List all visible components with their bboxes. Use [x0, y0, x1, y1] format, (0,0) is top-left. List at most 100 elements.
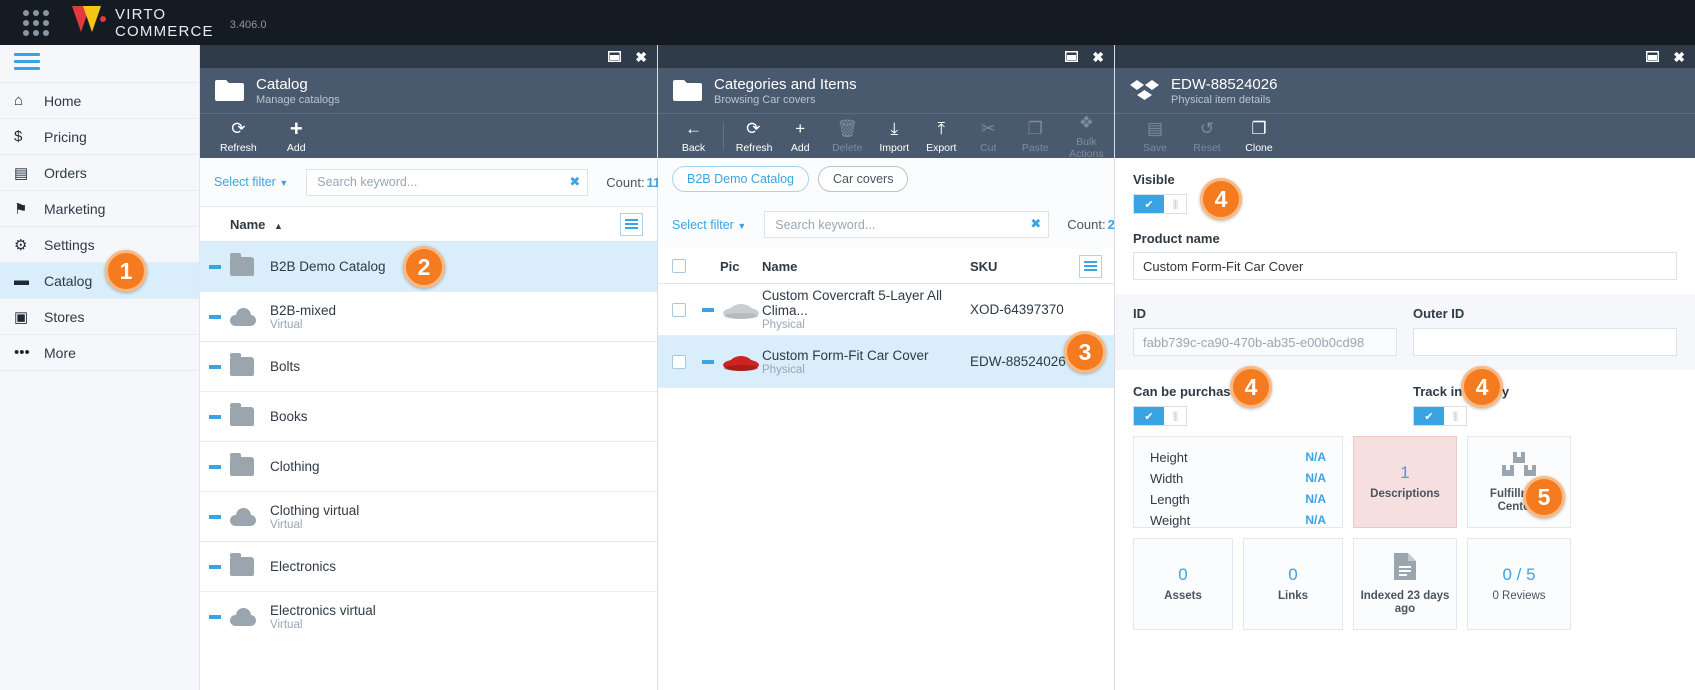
- can-be-purchased-toggle[interactable]: ✔ |||: [1133, 406, 1187, 426]
- column-options-icon[interactable]: [620, 212, 643, 236]
- detail-panel-header: EDW-88524026 Physical item details: [1115, 68, 1695, 113]
- refresh-button[interactable]: ⟳ Refresh: [214, 119, 263, 154]
- row-drag-handle[interactable]: [696, 306, 720, 313]
- column-options-icon[interactable]: [1079, 254, 1102, 278]
- dimensions-card[interactable]: Height N/A Width N/A Length N/A Weight N/A: [1133, 436, 1343, 528]
- refresh-button[interactable]: ⟳ Refresh: [730, 119, 777, 154]
- add-button[interactable]: + Add: [273, 117, 320, 154]
- dimension-label: Weight: [1150, 513, 1191, 528]
- boxes-icon: [1502, 451, 1536, 480]
- table-row[interactable]: Electronics virtual Virtual: [200, 592, 657, 637]
- minimize-icon[interactable]: [1065, 51, 1079, 62]
- home-icon: ⌂: [14, 92, 24, 109]
- catalog-panel-titlebar: ✖: [200, 45, 657, 68]
- table-row[interactable]: Books: [200, 392, 657, 442]
- outer-id-input[interactable]: [1413, 328, 1677, 356]
- table-row[interactable]: Clothing: [200, 442, 657, 492]
- assets-card[interactable]: 0 Assets: [1133, 538, 1233, 630]
- minimize-icon[interactable]: [608, 51, 622, 62]
- sidebar-item-catalog[interactable]: ▬ Catalog: [0, 263, 199, 299]
- sidebar-toggle-row[interactable]: [0, 45, 199, 83]
- hamburger-icon[interactable]: [14, 53, 40, 74]
- toolbar-label: Reset: [1193, 141, 1221, 154]
- clear-search-icon[interactable]: ✖: [1030, 216, 1041, 232]
- indexed-card[interactable]: Indexed 23 days ago: [1353, 538, 1457, 630]
- folder-icon: [230, 353, 254, 376]
- id-input[interactable]: [1133, 328, 1397, 356]
- sidebar-item-settings[interactable]: ⚙ Settings: [0, 227, 199, 263]
- cloud-icon: [230, 307, 256, 326]
- import-button[interactable]: ⤓ Import: [871, 119, 918, 154]
- close-icon[interactable]: ✖: [635, 50, 647, 64]
- row-drag-handle[interactable]: [200, 513, 230, 520]
- product-name-input[interactable]: [1133, 252, 1677, 280]
- sidebar-item-marketing[interactable]: ⚑ Marketing: [0, 191, 199, 227]
- minimize-icon[interactable]: [1646, 51, 1660, 62]
- select-filter-dropdown[interactable]: Select filter ▼: [672, 218, 746, 232]
- row-name: Custom Form-Fit Car Cover: [762, 347, 929, 363]
- sidebar-item-orders[interactable]: ▤ Orders: [0, 155, 199, 191]
- row-drag-handle[interactable]: [200, 313, 230, 320]
- row-checkbox[interactable]: [672, 302, 686, 317]
- bulk-actions-icon: ❖: [1078, 112, 1094, 132]
- table-row[interactable]: Custom Form-Fit Car Cover Physical EDW-885…: [658, 336, 1114, 388]
- row-subtitle: Virtual: [270, 318, 303, 331]
- breadcrumb-chip[interactable]: B2B Demo Catalog: [672, 166, 810, 192]
- links-card[interactable]: 0 Links: [1243, 538, 1343, 630]
- export-button[interactable]: ⤒ Export: [918, 119, 965, 154]
- descriptions-card[interactable]: 1 Descriptions: [1353, 436, 1457, 528]
- row-checkbox[interactable]: [672, 354, 686, 369]
- breadcrumb-chip[interactable]: Car covers: [818, 166, 909, 192]
- search-input[interactable]: [764, 211, 1050, 238]
- toolbar-label: Add: [790, 141, 810, 154]
- row-drag-handle[interactable]: [696, 358, 720, 365]
- descriptions-count: 1: [1400, 463, 1410, 482]
- toolbar-label: Export: [926, 141, 957, 154]
- sidebar-item-more[interactable]: ••• More: [0, 335, 199, 371]
- row-drag-handle[interactable]: [200, 413, 230, 420]
- select-all-checkbox[interactable]: [672, 259, 686, 273]
- row-drag-handle[interactable]: [200, 263, 230, 270]
- search-input[interactable]: [306, 168, 589, 196]
- table-row[interactable]: B2B-mixed Virtual: [200, 292, 657, 342]
- track-inventory-toggle[interactable]: ✔ |||: [1413, 406, 1467, 426]
- row-type: Physical: [762, 319, 805, 331]
- sidebar-item-home[interactable]: ⌂ Home: [0, 83, 199, 119]
- items-count: Count: 2: [1067, 217, 1115, 232]
- add-button[interactable]: + Add: [777, 119, 824, 154]
- dimension-row: Height N/A: [1150, 447, 1326, 468]
- table-row[interactable]: Electronics: [200, 542, 657, 592]
- row-drag-handle[interactable]: [200, 363, 230, 370]
- apps-grid-icon[interactable]: [14, 9, 58, 36]
- row-name: Clothing virtual: [270, 502, 360, 518]
- table-row[interactable]: Clothing virtual Virtual: [200, 492, 657, 542]
- row-name: Electronics virtual: [270, 602, 376, 618]
- row-name: Bolts: [270, 359, 301, 374]
- select-filter-label: Select filter: [214, 175, 276, 189]
- reviews-card[interactable]: 0 / 5 0 Reviews: [1467, 538, 1571, 630]
- row-drag-handle[interactable]: [200, 463, 230, 470]
- clone-icon: ❐: [1251, 118, 1267, 138]
- row-drag-handle[interactable]: [200, 563, 230, 570]
- column-header-name[interactable]: Name ▲: [230, 217, 283, 232]
- sidebar-item-pricing[interactable]: $ Pricing: [0, 119, 199, 155]
- table-row[interactable]: Bolts: [200, 342, 657, 392]
- column-header-name[interactable]: Name: [762, 259, 970, 274]
- select-filter-dropdown[interactable]: Select filter ▼: [214, 175, 288, 189]
- dimension-label: Width: [1150, 471, 1184, 486]
- toolbar-label: Refresh: [735, 141, 773, 154]
- sidebar-item-label: Stores: [44, 308, 85, 325]
- visible-toggle[interactable]: ✔ |||: [1133, 194, 1187, 214]
- sidebar-item-stores[interactable]: ▣ Stores: [0, 299, 199, 335]
- close-icon[interactable]: ✖: [1673, 50, 1685, 64]
- close-icon[interactable]: ✖: [1092, 50, 1104, 64]
- clone-button[interactable]: ❐ Clone: [1233, 119, 1285, 154]
- step-badge-5: 5: [1523, 476, 1565, 518]
- detail-panel-titlebar: ✖: [1115, 45, 1695, 68]
- clear-search-icon[interactable]: ✖: [569, 174, 580, 190]
- row-drag-handle[interactable]: [200, 613, 230, 620]
- toolbar-label: Cut: [980, 141, 997, 154]
- back-button[interactable]: ← Back: [670, 119, 717, 154]
- column-header-sku[interactable]: SKU: [970, 259, 1079, 274]
- table-row[interactable]: Custom Covercraft 5-Layer All Clima... Ph…: [658, 284, 1114, 336]
